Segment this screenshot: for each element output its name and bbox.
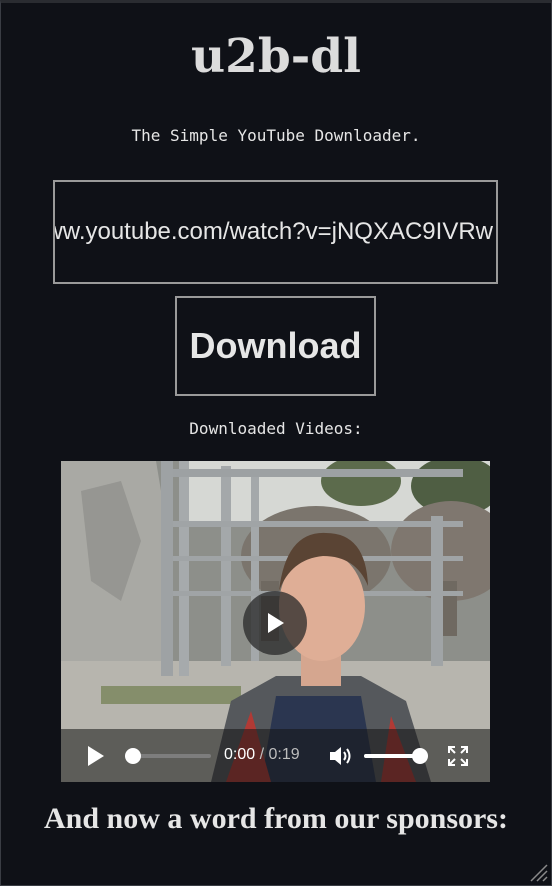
download-button[interactable]: Download — [175, 296, 376, 396]
app-subtitle: The Simple YouTube Downloader. — [131, 126, 421, 145]
time-display: 0:00 / 0:19 — [224, 746, 300, 764]
play-icon[interactable] — [85, 745, 107, 767]
big-play-icon[interactable] — [243, 591, 307, 655]
video-controls: 0:00 / 0:19 — [61, 729, 490, 782]
fullscreen-icon[interactable] — [447, 745, 469, 767]
app-title: u2b-dl — [191, 29, 361, 84]
downloaded-videos-label: Downloaded Videos: — [189, 419, 363, 438]
url-input-value: https://www.youtube.com/watch?v=jNQXAC9I… — [55, 218, 493, 245]
time-separator: / — [259, 746, 265, 763]
volume-slider[interactable] — [364, 745, 434, 767]
url-input[interactable]: https://www.youtube.com/watch?v=jNQXAC9I… — [53, 180, 498, 284]
video-player[interactable]: 0:00 / 0:19 — [61, 461, 490, 782]
current-time: 0:00 — [224, 746, 256, 763]
sponsor-heading: And now a word from our sponsors: — [44, 802, 508, 835]
resize-handle-icon[interactable] — [523, 857, 549, 883]
duration: 0:19 — [268, 746, 300, 763]
progress-slider[interactable] — [125, 745, 215, 767]
volume-icon[interactable] — [328, 744, 354, 768]
